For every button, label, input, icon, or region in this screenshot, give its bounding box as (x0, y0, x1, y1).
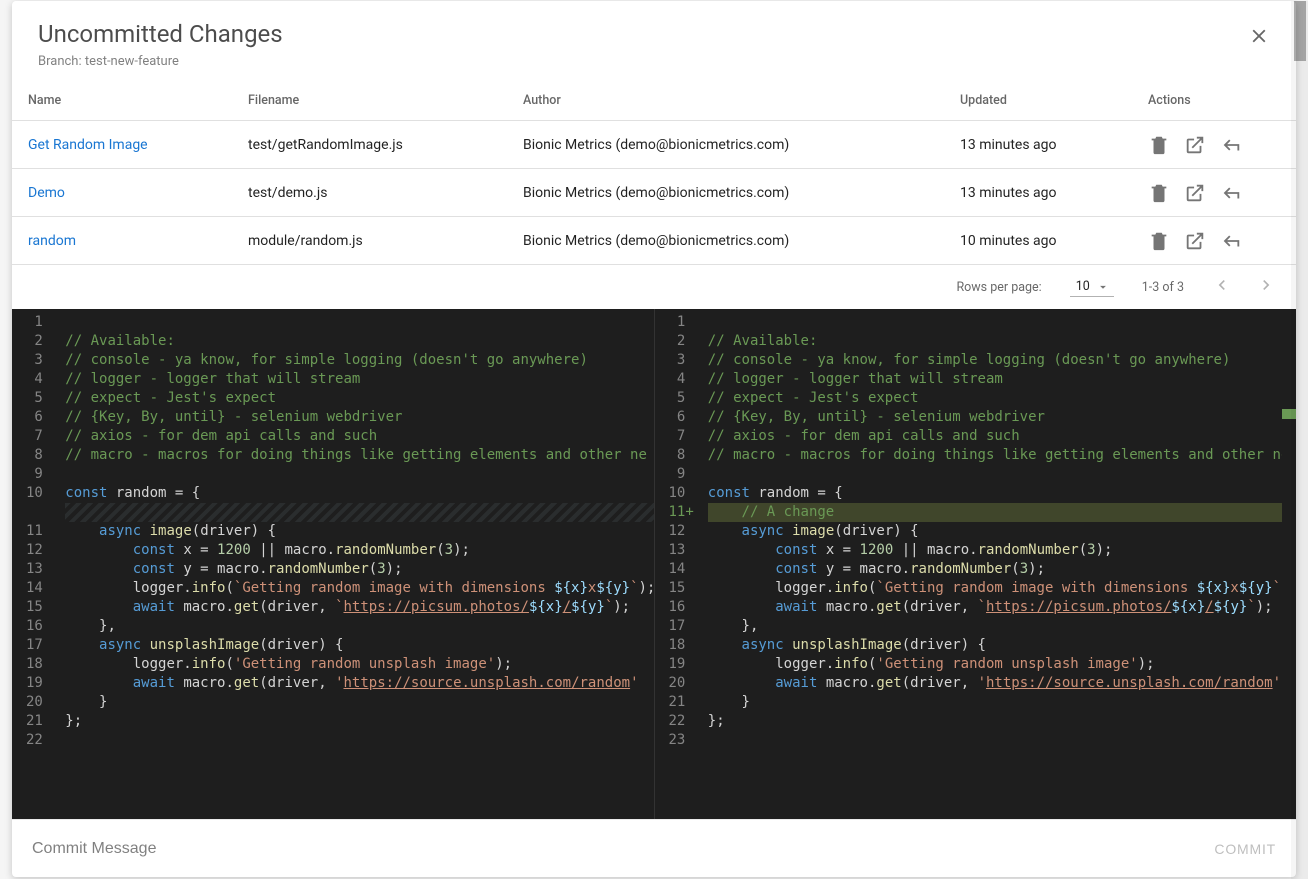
open-button[interactable] (1184, 230, 1206, 252)
code-left[interactable]: // Available:// console - ya know, for s… (59, 309, 653, 819)
row-author: Bionic Metrics (demo@bionicmetrics.com) (523, 185, 960, 201)
diff-right-pane: 1 2 3 4 5 6 7 8 9 10 11+12 13 14 15 16 1… (655, 309, 1297, 819)
open-button[interactable] (1184, 182, 1206, 204)
previous-page-button[interactable] (1212, 275, 1232, 299)
pagination: Rows per page: 10 1-3 of 3 (12, 265, 1296, 309)
page-scrollbar-thumb[interactable] (1294, 1, 1306, 61)
col-header-actions: Actions (1148, 93, 1280, 108)
table-header: Name Filename Author Updated Actions (12, 81, 1296, 121)
row-name-link[interactable]: Get Random Image (28, 137, 148, 153)
changes-table: Name Filename Author Updated Actions Get… (12, 81, 1296, 265)
row-filename: test/demo.js (248, 185, 523, 201)
row-filename: module/random.js (248, 233, 523, 249)
code-right[interactable]: // Available:// console - ya know, for s… (702, 309, 1296, 819)
row-updated: 10 minutes ago (960, 233, 1148, 249)
uncommitted-changes-dialog: Uncommitted Changes Branch: test-new-fea… (12, 1, 1296, 877)
revert-button[interactable] (1220, 134, 1242, 156)
close-button[interactable] (1248, 25, 1270, 51)
branch-label: Branch: test-new-feature (38, 54, 283, 69)
pagination-range: 1-3 of 3 (1142, 280, 1184, 295)
page-scrollbar-track[interactable] (1291, 1, 1308, 879)
col-header-updated: Updated (960, 93, 1148, 108)
col-header-author: Author (523, 93, 960, 108)
diff-editor[interactable]: 1 2 3 4 5 6 7 8 9 10 11 12 13 14 15 16 1… (12, 309, 1296, 819)
row-filename: test/getRandomImage.js (248, 137, 523, 153)
dialog-title: Uncommitted Changes (38, 19, 283, 50)
delete-button[interactable] (1148, 134, 1170, 156)
revert-button[interactable] (1220, 230, 1242, 252)
close-icon (1248, 25, 1270, 47)
dialog-header: Uncommitted Changes Branch: test-new-fea… (12, 1, 1296, 81)
row-author: Bionic Metrics (demo@bionicmetrics.com) (523, 137, 960, 153)
commit-message-input[interactable] (32, 840, 1214, 858)
chevron-left-icon (1212, 275, 1232, 295)
row-updated: 13 minutes ago (960, 185, 1148, 201)
delete-button[interactable] (1148, 182, 1170, 204)
delete-button[interactable] (1148, 230, 1170, 252)
commit-button[interactable]: COMMIT (1214, 841, 1276, 857)
revert-button[interactable] (1220, 182, 1242, 204)
row-author: Bionic Metrics (demo@bionicmetrics.com) (523, 233, 960, 249)
dropdown-icon (1096, 280, 1110, 294)
table-row: random module/random.jsBionic Metrics (de… (12, 217, 1296, 265)
rows-per-page-label: Rows per page: (956, 280, 1041, 295)
col-header-filename: Filename (248, 93, 523, 108)
chevron-right-icon (1256, 275, 1276, 295)
next-page-button[interactable] (1256, 275, 1276, 299)
col-header-name: Name (28, 93, 248, 108)
commit-footer: COMMIT (12, 819, 1296, 877)
gutter-right: 1 2 3 4 5 6 7 8 9 10 11+12 13 14 15 16 1… (655, 309, 702, 819)
gutter-left: 1 2 3 4 5 6 7 8 9 10 11 12 13 14 15 16 1… (12, 309, 59, 819)
table-row: Get Random Image test/getRandomImage.jsBi… (12, 121, 1296, 169)
rows-per-page-select[interactable]: 10 (1070, 277, 1114, 297)
open-button[interactable] (1184, 134, 1206, 156)
table-row: Demo test/demo.jsBionic Metrics (demo@bio… (12, 169, 1296, 217)
row-updated: 13 minutes ago (960, 137, 1148, 153)
diff-left-pane: 1 2 3 4 5 6 7 8 9 10 11 12 13 14 15 16 1… (12, 309, 655, 819)
rows-per-page-value: 10 (1076, 279, 1090, 294)
row-name-link[interactable]: random (28, 233, 76, 249)
row-name-link[interactable]: Demo (28, 185, 65, 201)
